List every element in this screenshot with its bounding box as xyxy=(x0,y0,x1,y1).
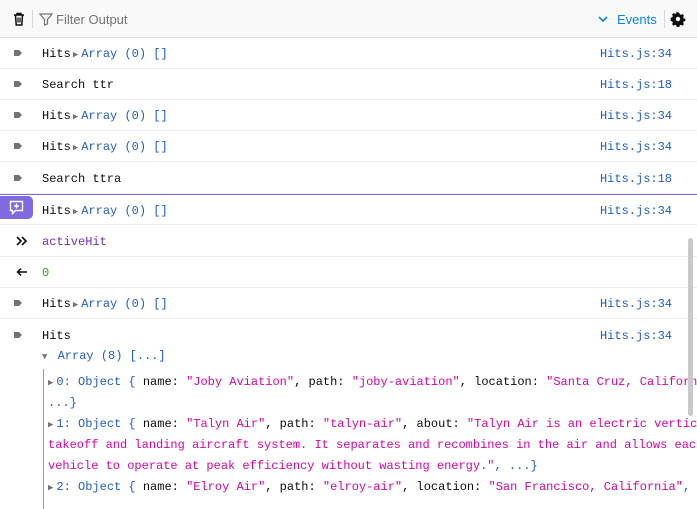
log-icon xyxy=(14,332,22,338)
tree-item-1-continued: vehicle to operate at peak efficiency wi… xyxy=(48,459,538,473)
console-message: Hits ▶ Array (0) [] Hits.js:34 xyxy=(0,38,697,69)
array-preview[interactable]: Array (0) [] xyxy=(81,204,167,218)
tree-item-2[interactable]: ▶ 2: Object { name: "Elroy Air", path: "e… xyxy=(48,477,690,499)
filter-icon xyxy=(38,13,54,26)
source-link[interactable]: Hits.js:34 xyxy=(600,47,672,61)
expand-arrow-icon[interactable]: ▶ xyxy=(48,420,53,430)
log-icon xyxy=(14,300,22,306)
log-icon xyxy=(14,143,22,149)
gear-icon[interactable] xyxy=(670,11,686,27)
filter-input[interactable]: Filter Output xyxy=(56,12,128,27)
tree-root[interactable]: ▼ Array (8) [...] xyxy=(42,349,166,363)
source-link[interactable]: Hits.js:18 xyxy=(600,78,672,92)
log-icon xyxy=(14,112,22,118)
expand-arrow-icon[interactable]: ▶ xyxy=(73,112,78,122)
add-comment-button[interactable] xyxy=(0,196,33,219)
array-preview[interactable]: Array (0) [] xyxy=(81,109,167,123)
log-label: Hits xyxy=(42,204,71,218)
source-link[interactable]: Hits.js:34 xyxy=(600,204,672,218)
console-message-selected: Hits ▶ Array (0) [] Hits.js:34 xyxy=(0,194,697,225)
source-link[interactable]: Hits.js:34 xyxy=(600,297,672,311)
log-icon xyxy=(14,50,22,56)
console-command: activeHit xyxy=(0,226,697,257)
trash-icon[interactable] xyxy=(11,11,27,27)
toolbar-separator xyxy=(32,10,33,28)
array-preview[interactable]: Array (0) [] xyxy=(81,140,167,154)
log-label: Search ttr xyxy=(42,78,115,92)
source-link[interactable]: Hits.js:34 xyxy=(600,140,672,154)
tree-guide-line xyxy=(43,369,44,509)
tree-item-0[interactable]: ▶ 0: Object { name: "Joby Aviation", path… xyxy=(48,372,697,394)
command-text: activeHit xyxy=(42,235,107,249)
source-link[interactable]: Hits.js:34 xyxy=(600,109,672,123)
console-message: Search ttr Hits.js:18 xyxy=(0,69,697,100)
log-label: Hits xyxy=(42,109,71,123)
tree-item-0-continued: ...} xyxy=(48,396,77,410)
expand-arrow-icon[interactable]: ▶ xyxy=(73,143,78,153)
source-link[interactable]: Hits.js:34 xyxy=(600,329,672,343)
console-message-expanded: Hits Hits.js:34 xyxy=(0,320,697,351)
array-preview[interactable]: Array (0) [] xyxy=(81,297,167,311)
expand-arrow-icon[interactable]: ▶ xyxy=(73,300,78,310)
expand-arrow-icon[interactable]: ▶ xyxy=(73,207,78,217)
collapse-arrow-icon[interactable]: ▼ xyxy=(42,352,47,362)
chevron-down-icon[interactable] xyxy=(597,13,609,25)
log-label: Hits xyxy=(42,329,71,343)
console-result: 0 xyxy=(0,257,697,288)
source-link[interactable]: Hits.js:18 xyxy=(600,172,672,186)
console-message: Search ttra Hits.js:18 xyxy=(0,163,697,194)
log-label: Search ttra xyxy=(42,172,122,186)
log-icon xyxy=(14,175,22,181)
log-icon xyxy=(14,81,22,87)
console-message: Hits ▶ Array (0) [] Hits.js:34 xyxy=(0,100,697,131)
console-message: Hits ▶ Array (0) [] Hits.js:34 xyxy=(0,131,697,162)
console-toolbar: Filter Output Events xyxy=(0,0,697,38)
result-arrow-icon xyxy=(16,267,27,277)
result-value: 0 xyxy=(42,266,50,280)
log-label: Hits xyxy=(42,140,71,154)
console-scrollbar[interactable] xyxy=(688,238,693,416)
array-preview[interactable]: Array (0) [] xyxy=(81,47,167,61)
add-comment-icon xyxy=(9,200,24,215)
events-button[interactable]: Events xyxy=(617,12,657,27)
command-chevron-icon xyxy=(16,236,28,246)
tree-item-1[interactable]: ▶ 1: Object { name: "Talyn Air", path: "t… xyxy=(48,414,697,436)
expand-arrow-icon[interactable]: ▶ xyxy=(48,483,53,493)
expand-arrow-icon[interactable]: ▶ xyxy=(48,378,53,388)
log-label: Hits xyxy=(42,297,71,311)
expand-arrow-icon[interactable]: ▶ xyxy=(73,50,78,60)
tree-item-1-continued: takeoff and landing aircraft system. It … xyxy=(48,438,697,452)
console-message: Hits ▶ Array (0) [] Hits.js:34 xyxy=(0,288,697,319)
toolbar-separator xyxy=(664,10,665,28)
log-label: Hits xyxy=(42,47,71,61)
